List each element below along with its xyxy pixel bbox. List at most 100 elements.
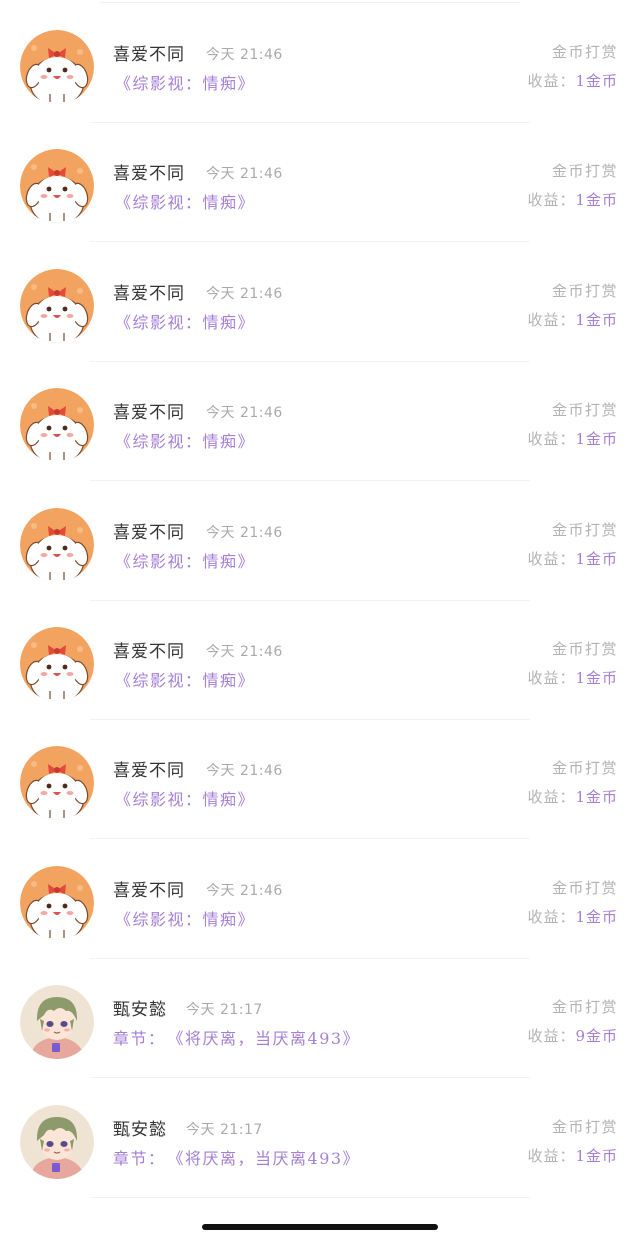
income-label: 收益： [527,310,576,329]
timestamp: 今天 21:17 [186,1121,263,1138]
income: 收益：1金币 [527,906,618,927]
reward-type: 金币打赏 [551,998,618,1017]
work-title[interactable]: 《综影视：情痴》 [115,70,255,94]
reward-record[interactable]: 喜爱不同 今天 21:46 《综影视：情痴》 金币打赏收益：1金币 [0,840,640,959]
income: 收益：1金币 [527,667,618,688]
income-value: 1金币 [575,788,618,807]
user-name: 喜爱不同 [113,45,185,65]
work-title[interactable]: 章节： 《将厌离，当厌离493》 [113,1025,360,1049]
reward-type: 金币打赏 [551,640,618,658]
reward-type: 金币打赏 [551,878,618,897]
work-title[interactable]: 《综影视：情痴》 [115,309,255,333]
reward-record[interactable]: 喜爱不同 今天 21:46 《综影视：情痴》 金币打赏收益：1金币 [0,601,640,720]
timestamp: 今天 21:46 [206,285,283,302]
reward-record[interactable]: 喜爱不同 今天 21:46 《综影视：情痴》 金币打赏 收益：1金币 [0,123,640,243]
income: 收益：1金币 [527,1145,618,1166]
income-value: 1金币 [575,430,618,449]
reward-type: 金币打赏 [551,759,618,778]
reward-record[interactable]: 甄安懿 今天 21:17 章节： 《将厌离，当厌离493》 金币打赏收益：9金币 [0,959,640,1079]
reward-record[interactable]: 喜爱不同 今天 21:46 《综影视：情痴》 金币打赏收益：1金币 [0,362,640,482]
income-value: 1金币 [575,72,618,90]
puppy-avatar[interactable] [20,388,94,463]
work-title-text: 《综影视：情痴》 [115,74,256,93]
timestamp: 今天 21:46 [206,166,283,183]
reward-record[interactable]: 喜爱不同 今天 21:46 《综影视：情痴》 金币打赏收益：1金币 [0,720,640,840]
income-label: 收益： [527,1146,576,1165]
income-label: 收益： [527,1027,576,1046]
timestamp: 今天 21:46 [206,524,283,541]
work-title[interactable]: 章节： 《将厌离，当厌离493》 [113,1145,360,1169]
income-value: 1金币 [575,549,618,568]
timestamp: 今天 21:46 [206,405,283,422]
reward-record[interactable]: 喜爱不同 今天 21:46 《综影视：情痴》 金币打赏收益：1金币 [0,4,640,123]
puppy-avatar[interactable] [20,865,94,940]
work-title-text: 《综影视：情痴》 [115,671,256,690]
income: 收益：1金币 [527,548,618,569]
income-value: 1金币 [575,191,618,210]
work-title[interactable]: 《综影视：情痴》 [115,189,255,213]
work-title[interactable]: 《综影视：情痴》 [115,906,255,930]
reward-record[interactable]: 甄安懿 今天 21:17 章节： 《将厌离，当厌离493》 金币打赏收益：1金币 [0,1079,640,1198]
timestamp: 今天 21:46 [206,644,283,660]
puppy-avatar[interactable] [20,268,94,343]
user-name: 喜爱不同 [113,164,185,185]
income-label: 收益： [527,907,576,926]
reward-type: 金币打赏 [551,1117,618,1136]
user-name: 喜爱不同 [113,761,185,782]
income: 收益：1金币 [527,309,618,330]
user-name: 喜爱不同 [113,880,185,901]
income-value: 1金币 [575,1146,618,1165]
reward-type: 金币打赏 [551,520,618,539]
chapter-prefix: 章节： [113,1148,166,1168]
user-name: 喜爱不同 [113,403,185,424]
income: 收益：1金币 [527,786,618,807]
puppy-avatar[interactable] [20,746,94,821]
timestamp: 今天 21:46 [206,47,283,63]
income-value: 1金币 [575,310,618,329]
income-value: 1金币 [575,907,618,926]
puppy-avatar[interactable] [20,149,94,224]
income-label: 收益： [527,191,576,210]
reward-type: 金币打赏 [551,401,618,420]
work-title-text: 《综影视：情痴》 [115,551,256,571]
user-name: 喜爱不同 [113,283,185,304]
work-title-text: 《综影视：情痴》 [115,193,256,213]
timestamp: 今天 21:46 [206,763,283,780]
work-title-text: 《综影视：情痴》 [115,909,256,929]
user-name: 甄安懿 [113,1119,167,1140]
divider [90,1196,530,1198]
income: 收益：1金币 [527,428,618,449]
work-title-text: 《综影视：情痴》 [115,312,256,332]
user-name: 喜爱不同 [113,642,185,662]
work-title-text: 《将厌离，当厌离493》 [175,1148,361,1168]
puppy-avatar[interactable] [20,507,94,582]
income-value: 9金币 [575,1027,618,1046]
puppy-avatar[interactable] [20,30,94,104]
boy-avatar[interactable] [20,1104,94,1179]
home-indicator[interactable] [202,1224,438,1230]
work-title[interactable]: 《综影视：情痴》 [115,428,255,452]
work-title-text: 《综影视：情痴》 [115,432,256,452]
work-title-text: 《将厌离，当厌离493》 [175,1029,361,1049]
work-title[interactable]: 《综影视：情痴》 [115,786,255,810]
reward-record[interactable]: 喜爱不同 今天 21:46 《综影视：情痴》 金币打赏收益：1金币 [0,482,640,601]
reward-type: 金币打赏 [551,43,618,61]
timestamp: 今天 21:46 [206,882,283,899]
divider [100,2,520,3]
puppy-avatar[interactable] [20,627,94,701]
user-name: 甄安懿 [113,1000,167,1021]
chapter-prefix: 章节： [113,1029,166,1049]
user-name: 喜爱不同 [113,522,185,543]
income-label: 收益： [527,788,576,807]
work-title[interactable]: 《综影视：情痴》 [115,548,255,572]
boy-avatar[interactable] [20,985,94,1060]
reward-record[interactable]: 喜爱不同 今天 21:46 《综影视：情痴》 金币打赏 收益：1金币 [0,243,640,362]
income: 收益：9金币 [527,1025,618,1046]
timestamp: 今天 21:17 [186,1002,263,1019]
income-label: 收益： [527,72,576,90]
income: 收益：1金币 [527,70,618,91]
income: 收益：1金币 [527,189,618,210]
income-value: 1金币 [575,669,618,687]
income-label: 收益： [527,669,576,687]
work-title[interactable]: 《综影视：情痴》 [115,667,255,691]
